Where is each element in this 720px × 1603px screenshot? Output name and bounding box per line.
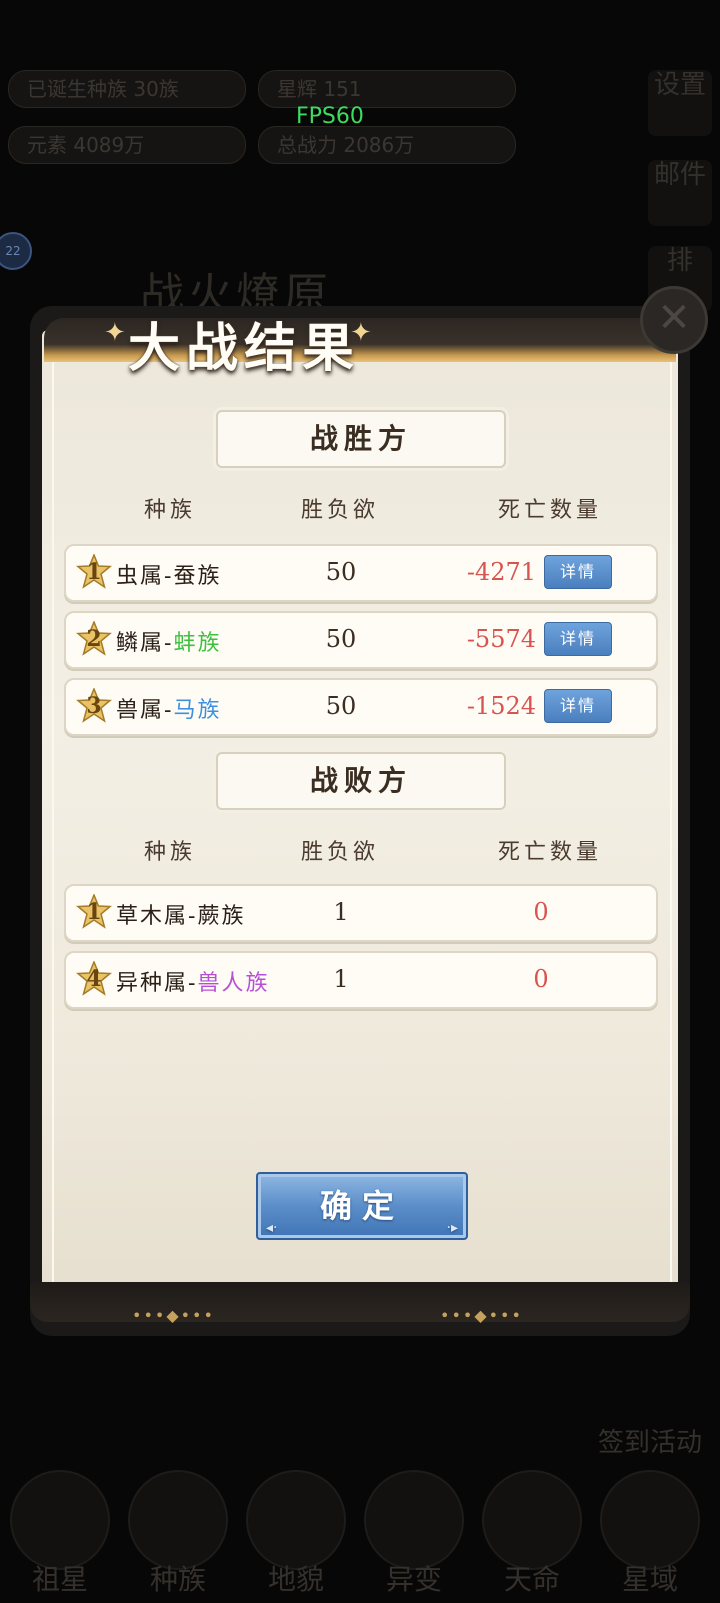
- death-count: -1524: [466, 692, 536, 720]
- bg-element-pill: 元素 4089万: [8, 126, 246, 164]
- loser-row: 4 异种属-兽人族 1 0: [64, 951, 658, 1009]
- detail-button[interactable]: 详情: [544, 555, 612, 589]
- bg-sign-in-label: 签到活动: [597, 1428, 702, 1458]
- rank-star-icon: 2: [76, 621, 112, 657]
- fps-counter: FPS60: [296, 104, 364, 129]
- close-button[interactable]: ✕: [640, 286, 708, 354]
- rank-star-icon: 4: [76, 961, 112, 997]
- rank-star-icon: 1: [76, 894, 112, 930]
- close-icon: ✕: [657, 295, 691, 341]
- desire-value: 1: [333, 965, 349, 993]
- winner-row: 3 兽属-马族 50 -1524 详情: [64, 678, 658, 736]
- death-count: 0: [533, 965, 549, 993]
- confirm-button[interactable]: ◂· 确定 ·▸: [256, 1172, 468, 1240]
- loser-col-desire: 胜负欲: [300, 840, 379, 865]
- bg-race-count-pill: 已诞生种族 30族: [8, 70, 246, 108]
- winner-row: 1 虫属-蚕族 50 -4271 详情: [64, 544, 658, 602]
- arrow-right-icon: ·▸: [446, 1220, 458, 1236]
- bg-nav-item: 地貌: [240, 1470, 352, 1600]
- bg-nav-item: 祖星: [4, 1470, 116, 1600]
- race-name: 虫属-蚕族: [116, 564, 222, 589]
- bg-bottom-nav: 祖星 种族 地貌 异变 天命 星域: [0, 1470, 720, 1603]
- death-count: -5574: [466, 625, 536, 653]
- detail-button[interactable]: 详情: [544, 622, 612, 656]
- confirm-label: 确定: [319, 1187, 404, 1225]
- winner-col-deaths: 死亡数量: [497, 498, 602, 523]
- bg-settings-button: 设置: [648, 70, 712, 136]
- battle-result-panel: [42, 330, 678, 1296]
- bg-mail-button: 邮件: [648, 160, 712, 226]
- rank-star-icon: 1: [76, 554, 112, 590]
- loser-col-deaths: 死亡数量: [497, 840, 602, 865]
- bg-nav-item: 天命: [476, 1470, 588, 1600]
- desire-value: 1: [333, 898, 349, 926]
- race-name: 异种属-兽人族: [116, 971, 270, 996]
- bg-power-pill: 总战力 2086万: [258, 126, 516, 164]
- rank-star-icon: 3: [76, 688, 112, 724]
- race-name: 兽属-马族: [116, 698, 222, 723]
- winner-row: 2 鳞属-蚌族 50 -5574 详情: [64, 611, 658, 669]
- arrow-left-icon: ◂·: [266, 1220, 278, 1236]
- bg-starlight-pill: 星辉 151: [258, 70, 516, 108]
- gold-dots-ornament: •••◆•••: [440, 1306, 523, 1325]
- detail-button[interactable]: 详情: [544, 689, 612, 723]
- winner-section-header: 战胜方: [216, 410, 506, 468]
- bg-level-badge: 22: [0, 232, 32, 270]
- loser-section-header: 战败方: [216, 752, 506, 810]
- death-count: -4271: [466, 558, 536, 586]
- winner-col-desire: 胜负欲: [300, 498, 379, 523]
- death-count: 0: [533, 898, 549, 926]
- bg-nav-item: 星域: [594, 1470, 706, 1600]
- dialog-title: 大战结果: [128, 318, 361, 379]
- scroll-bottom-roll: [30, 1282, 690, 1322]
- desire-value: 50: [325, 625, 357, 653]
- gold-dots-ornament: •••◆•••: [132, 1306, 215, 1325]
- bg-nav-item: 异变: [358, 1470, 470, 1600]
- race-name: 草木属-蕨族: [116, 904, 246, 929]
- desire-value: 50: [325, 692, 357, 720]
- winner-col-race: 种族: [143, 498, 196, 523]
- race-name: 鳞属-蚌族: [116, 631, 222, 656]
- bg-nav-item: 种族: [122, 1470, 234, 1600]
- loser-row: 1 草木属-蕨族 1 0: [64, 884, 658, 942]
- loser-col-race: 种族: [143, 840, 196, 865]
- desire-value: 50: [325, 558, 357, 586]
- sparkle-icon: ✦: [104, 318, 126, 348]
